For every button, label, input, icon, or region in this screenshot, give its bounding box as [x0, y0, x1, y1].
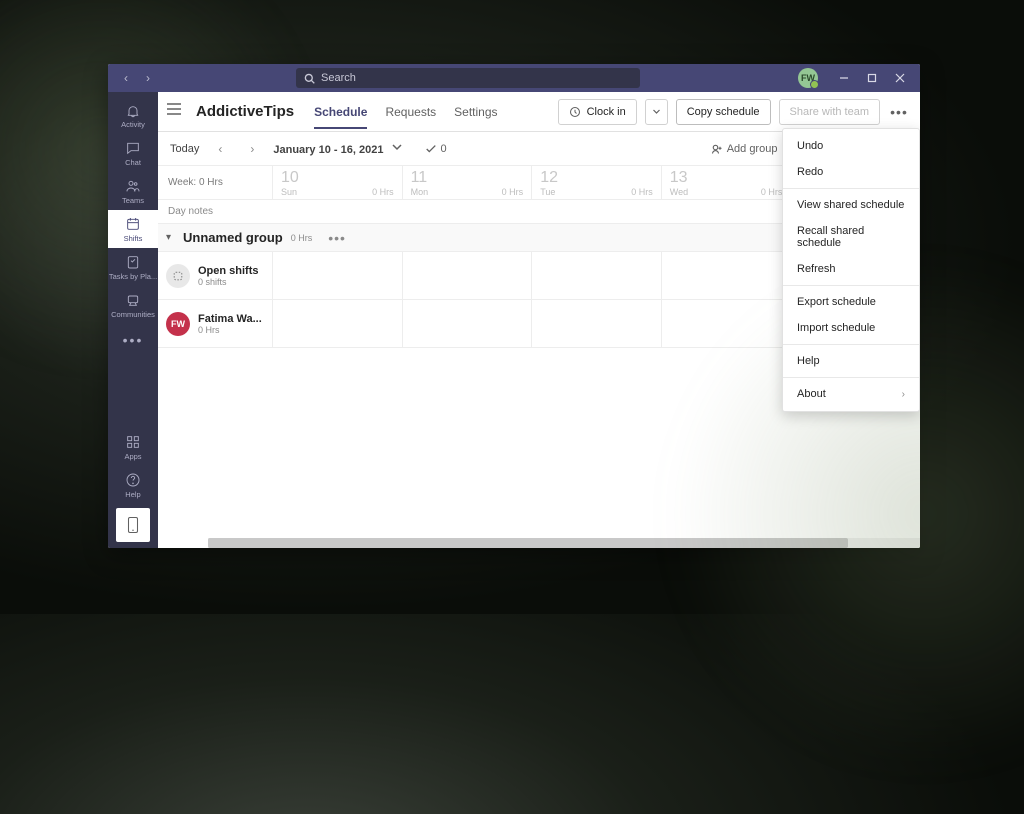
rail-activity[interactable]: Activity [108, 96, 158, 134]
shifts-icon [125, 216, 141, 232]
menu-undo[interactable]: Undo [783, 133, 919, 159]
group-collapse-toggle[interactable]: ▾ [162, 232, 175, 243]
people-plus-icon [711, 143, 723, 155]
titlebar-right: FW [798, 64, 920, 92]
chat-icon [125, 140, 141, 156]
day-col-tue: 12 Tue0 Hrs [531, 166, 661, 199]
scrollbar-thumb[interactable] [208, 538, 848, 548]
menu-separator [783, 377, 919, 378]
shift-cell[interactable] [402, 252, 532, 299]
communities-icon [125, 292, 141, 308]
next-week-button[interactable]: › [241, 142, 263, 156]
rail-shifts[interactable]: Shifts [108, 210, 158, 248]
close-button[interactable] [886, 64, 914, 92]
shift-cell[interactable] [531, 252, 661, 299]
tab-requests[interactable]: Requests [385, 95, 436, 129]
tab-schedule[interactable]: Schedule [314, 95, 367, 129]
rail-help[interactable]: Help [108, 466, 158, 504]
week-hours: Week: 0 Hrs [158, 166, 272, 199]
maximize-button[interactable] [858, 64, 886, 92]
rail-chat[interactable]: Chat [108, 134, 158, 172]
menu-about[interactable]: About › [783, 381, 919, 407]
check-icon [425, 143, 437, 155]
titlebar: ‹ › Search FW [108, 64, 920, 92]
tab-settings[interactable]: Settings [454, 95, 497, 129]
chevron-down-icon [391, 141, 403, 153]
hamburger-button[interactable] [166, 102, 182, 121]
search-input[interactable]: Search [296, 68, 640, 88]
chevron-down-icon [652, 107, 661, 116]
shift-cell[interactable] [531, 300, 661, 347]
open-shifts-icon [166, 264, 190, 288]
menu-redo[interactable]: Redo [783, 159, 919, 185]
add-group-button[interactable]: Add group [711, 143, 778, 155]
menu-view-shared[interactable]: View shared schedule [783, 192, 919, 218]
minimize-button[interactable] [830, 64, 858, 92]
menu-export[interactable]: Export schedule [783, 289, 919, 315]
nav-rail: Activity Chat Teams Shifts Tasks by Pla.… [108, 92, 158, 548]
horizontal-scrollbar[interactable] [208, 538, 920, 548]
app-window: ‹ › Search FW Activity Chat [108, 64, 920, 548]
group-name: Unnamed group [183, 230, 283, 245]
rail-more[interactable]: ••• [123, 324, 144, 356]
menu-import[interactable]: Import schedule [783, 315, 919, 341]
menu-separator [783, 188, 919, 189]
more-menu: Undo Redo View shared schedule Recall sh… [782, 128, 920, 412]
team-name: AddictiveTips [196, 103, 294, 120]
teams-icon [125, 178, 141, 194]
row-who[interactable]: Open shifts 0 shifts [158, 252, 272, 299]
chevron-right-icon: › [902, 389, 905, 400]
shift-cell[interactable] [272, 252, 402, 299]
day-col-wed: 13 Wed0 Hrs [661, 166, 791, 199]
history-nav: ‹ › [108, 71, 166, 85]
today-button[interactable]: Today [170, 143, 199, 155]
clock-in-button[interactable]: Clock in [558, 99, 637, 125]
date-range[interactable]: January 10 - 16, 2021 [273, 141, 402, 156]
prev-week-button[interactable]: ‹ [209, 142, 231, 156]
rail-tasks[interactable]: Tasks by Pla... [108, 248, 158, 286]
avatar[interactable]: FW [798, 68, 818, 88]
menu-refresh[interactable]: Refresh [783, 256, 919, 282]
forward-button[interactable]: › [138, 71, 158, 85]
day-col-mon: 11 Mon0 Hrs [402, 166, 532, 199]
bell-icon [125, 102, 141, 118]
phone-icon [126, 516, 140, 534]
day-col-sun: 10 Sun0 Hrs [272, 166, 402, 199]
rail-teams[interactable]: Teams [108, 172, 158, 210]
shift-cell[interactable] [402, 300, 532, 347]
shift-cell[interactable] [272, 300, 402, 347]
shift-cell[interactable] [661, 252, 791, 299]
row-who[interactable]: FW Fatima Wa... 0 Hrs [158, 300, 272, 347]
back-button[interactable]: ‹ [116, 71, 136, 85]
group-hours: 0 Hrs [291, 233, 313, 243]
header-actions: Clock in Copy schedule Share with team •… [558, 99, 910, 125]
rail-apps[interactable]: Apps [108, 428, 158, 466]
menu-separator [783, 344, 919, 345]
shift-cell[interactable] [661, 300, 791, 347]
header-more-button[interactable]: ••• [888, 100, 910, 124]
menu-recall-shared[interactable]: Recall shared schedule [783, 218, 919, 256]
rail-communities[interactable]: Communities [108, 286, 158, 324]
tasks-icon [125, 254, 141, 270]
clock-icon [569, 106, 581, 118]
search-icon [304, 73, 315, 84]
help-icon [125, 472, 141, 488]
menu-help[interactable]: Help [783, 348, 919, 374]
requests-count[interactable]: 0 [425, 143, 447, 155]
content-pane: AddictiveTips Schedule Requests Settings… [158, 92, 920, 548]
page-header: AddictiveTips Schedule Requests Settings… [158, 92, 920, 132]
rail-mobile-tile[interactable] [116, 508, 150, 542]
search-placeholder: Search [321, 72, 356, 84]
menu-separator [783, 285, 919, 286]
share-with-team-button[interactable]: Share with team [779, 99, 880, 125]
user-avatar: FW [166, 312, 190, 336]
header-tabs: Schedule Requests Settings [314, 95, 497, 129]
copy-schedule-button[interactable]: Copy schedule [676, 99, 771, 125]
group-more-button[interactable]: ••• [328, 230, 346, 246]
apps-icon [125, 434, 141, 450]
clock-in-caret[interactable] [645, 99, 668, 125]
